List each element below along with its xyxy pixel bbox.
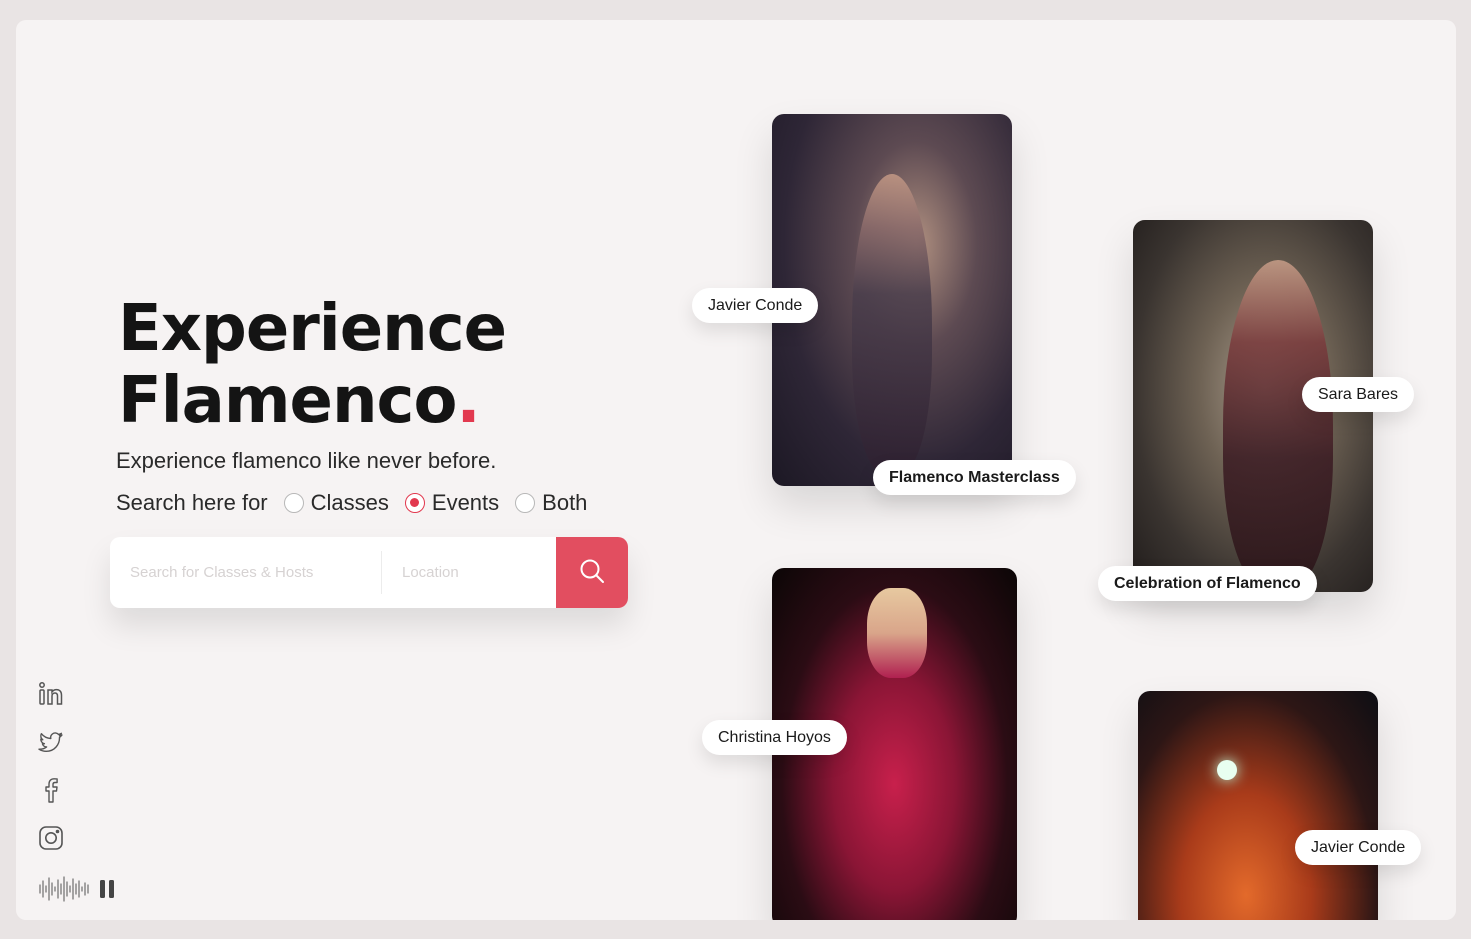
audio-player bbox=[38, 876, 116, 907]
accent-dot: . bbox=[456, 364, 480, 438]
search-icon bbox=[579, 558, 605, 587]
search-button[interactable] bbox=[556, 537, 628, 608]
host-tag[interactable]: Javier Conde bbox=[692, 288, 819, 323]
linkedin-icon[interactable] bbox=[37, 680, 65, 708]
sound-wave-icon bbox=[38, 876, 92, 907]
hero-title-line2: Flamenco bbox=[118, 364, 457, 438]
host-tag[interactable]: Christina Hoyos bbox=[702, 720, 847, 755]
search-input[interactable] bbox=[110, 551, 382, 594]
radio-classes-label: Classes bbox=[310, 490, 389, 515]
page-frame: Experience Flamenco. Experience flamenco… bbox=[16, 20, 1456, 920]
radio-both-circle[interactable] bbox=[515, 493, 536, 513]
radio-events-circle[interactable] bbox=[404, 493, 425, 513]
pause-icon[interactable] bbox=[98, 878, 116, 905]
event-card-image[interactable] bbox=[1138, 691, 1378, 920]
host-tag[interactable]: Javier Conde bbox=[1295, 830, 1422, 865]
twitter-icon[interactable] bbox=[37, 728, 65, 756]
radio-both-label: Both bbox=[542, 490, 588, 515]
facebook-icon[interactable] bbox=[37, 776, 65, 804]
hero-subtitle: Experience flamenco like never before. bbox=[116, 448, 497, 473]
search-type-selector: Search here for Classes Events Both bbox=[116, 490, 587, 516]
search-type-label: Search here for bbox=[116, 490, 268, 515]
hero-title-line1: Experience bbox=[118, 292, 507, 366]
location-input[interactable] bbox=[382, 537, 556, 608]
search-bar bbox=[110, 537, 628, 608]
event-title-tag[interactable]: Celebration of Flamenco bbox=[1098, 566, 1317, 601]
radio-both[interactable]: Both bbox=[515, 490, 587, 516]
social-links bbox=[36, 680, 66, 852]
radio-classes[interactable]: Classes bbox=[283, 490, 389, 516]
host-tag[interactable]: Sara Bares bbox=[1302, 377, 1415, 412]
hero-title: Experience Flamenco. bbox=[118, 292, 507, 438]
radio-events[interactable]: Events bbox=[404, 490, 500, 516]
event-title-tag[interactable]: Flamenco Masterclass bbox=[873, 460, 1076, 495]
radio-events-label: Events bbox=[431, 490, 500, 515]
instagram-icon[interactable] bbox=[37, 824, 65, 852]
radio-classes-circle[interactable] bbox=[283, 493, 304, 513]
